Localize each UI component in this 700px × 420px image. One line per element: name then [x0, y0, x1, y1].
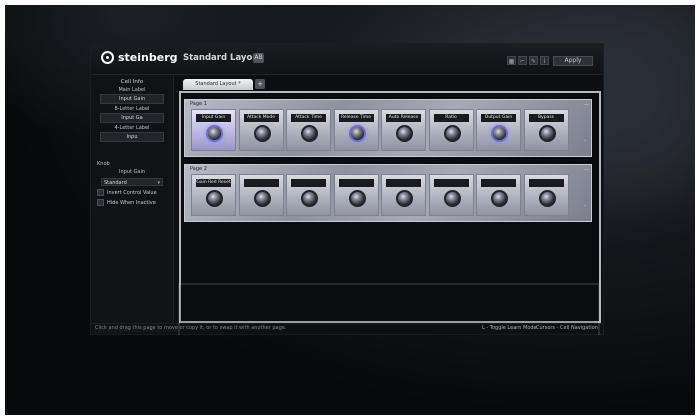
cell[interactable]	[476, 174, 521, 216]
page-1-cells: Input Gain Attack Mode Attack Time Relea…	[191, 109, 571, 153]
knob-icon[interactable]	[348, 125, 366, 142]
cell-label: Auto Release	[386, 114, 421, 122]
cell-label: Ratio	[433, 114, 469, 122]
tab-standard-layout[interactable]: Standard Layout *	[183, 79, 253, 90]
cell-label	[291, 179, 326, 187]
knob-value: Input Gain	[118, 169, 146, 175]
knob-title: Knob	[97, 161, 110, 167]
invert-control-checkbox[interactable]	[97, 189, 104, 196]
page-scroll-marks: — ›	[584, 167, 589, 209]
knob-icon[interactable]	[538, 190, 556, 207]
knob-icon[interactable]	[206, 125, 223, 142]
cell-label	[243, 179, 279, 187]
hide-inactive-checkbox[interactable]	[97, 199, 104, 206]
layout-title[interactable]: Standard Layout	[183, 53, 262, 63]
cell[interactable]: Output Gain	[476, 109, 521, 151]
hide-inactive-label: Hide When Inactive	[107, 199, 156, 206]
dropdown-value: Standard	[104, 180, 127, 186]
cell-label: Attack Mode	[243, 114, 279, 122]
knob-icon[interactable]	[301, 190, 318, 207]
invert-control-option[interactable]: Invert Control Value	[97, 189, 173, 196]
cell-label: Input Gain	[196, 114, 231, 122]
cell[interactable]: Attack Time	[286, 109, 331, 151]
cell[interactable]: Release Time	[333, 109, 379, 151]
knob-icon[interactable]	[253, 190, 271, 207]
cell-label: Attack Time	[291, 114, 326, 122]
knob-icon[interactable]	[206, 190, 223, 207]
knob-section: Knob Input Gain Standard ▾ Invert Contro…	[91, 159, 173, 206]
main-label-title: Main Label	[118, 87, 146, 93]
steinberg-logo-icon	[101, 51, 114, 64]
page-title: Page 1	[190, 101, 207, 107]
cell-label	[386, 179, 421, 187]
knob-icon[interactable]	[491, 125, 508, 142]
label8-field[interactable]: Input Ga	[100, 113, 164, 123]
cell[interactable]	[381, 174, 426, 216]
knob-icon[interactable]	[538, 125, 556, 142]
cell-label: Release Time	[338, 114, 374, 122]
apply-button[interactable]: Apply	[553, 56, 593, 66]
knob-icon[interactable]	[443, 190, 461, 207]
cell-label: Bypass	[528, 114, 564, 122]
knob-icon[interactable]	[491, 190, 508, 207]
top-bar: steinberg Standard Layout AB ▦ ⌐ ✎ i App…	[91, 44, 603, 75]
crop-icon[interactable]: ⌐	[518, 56, 527, 65]
cell[interactable]: Auto Release	[381, 109, 426, 151]
page-1[interactable]: Page 1 Input Gain Attack Mode Attack Tim…	[184, 99, 592, 157]
cell[interactable]	[238, 174, 284, 216]
cell-info-title: Cell Info	[120, 79, 144, 85]
cell-label	[433, 179, 469, 187]
add-tab-button[interactable]: +	[255, 79, 265, 89]
knob-icon[interactable]	[396, 190, 413, 207]
page-2[interactable]: Page 2 Gain Red Reset — ›	[184, 164, 592, 222]
knob-icon[interactable]	[301, 125, 318, 142]
label4-field[interactable]: Inpu	[100, 132, 164, 142]
cell[interactable]: Attack Mode	[238, 109, 284, 151]
main-label-field[interactable]: Input Gain	[100, 94, 164, 104]
knob-icon[interactable]	[253, 125, 271, 142]
cell[interactable]	[523, 174, 569, 216]
info-icon[interactable]: i	[540, 56, 549, 65]
invert-control-label: Invert Control Value	[107, 189, 157, 196]
cell-label	[338, 179, 374, 187]
cell[interactable]: Input Gain	[191, 109, 236, 151]
label8-title: 8-Letter Label	[114, 106, 150, 112]
cell-info-section: Cell Info Main Label Input Gain 8-Letter…	[91, 79, 173, 142]
brand-name: steinberg	[118, 51, 178, 64]
cell[interactable]	[428, 174, 474, 216]
reflected-canvas	[178, 283, 600, 335]
page-2-cells: Gain Red Reset	[191, 174, 571, 218]
knob-style-dropdown[interactable]: Standard ▾	[101, 178, 163, 186]
knob-icon[interactable]	[348, 190, 366, 207]
knob-icon[interactable]	[396, 125, 413, 142]
cell[interactable]	[286, 174, 331, 216]
screenshot-frame: steinberg Standard Layout AB ▦ ⌐ ✎ i App…	[0, 0, 700, 420]
cell[interactable]: Ratio	[428, 109, 474, 151]
cell-label: Output Gain	[481, 114, 516, 122]
window-reflection: Click and drag this page to move or copy…	[90, 255, 602, 335]
background: steinberg Standard Layout AB ▦ ⌐ ✎ i App…	[5, 5, 695, 415]
cell-label: Gain Red Reset	[196, 179, 231, 187]
script-icon[interactable]: ✎	[529, 56, 538, 65]
cell[interactable]: Bypass	[523, 109, 569, 151]
cell[interactable]: Gain Red Reset	[191, 174, 236, 216]
chevron-down-icon: ▾	[157, 180, 160, 186]
cell-label	[528, 179, 564, 187]
knob-icon[interactable]	[443, 125, 461, 142]
cell[interactable]	[333, 174, 379, 216]
steinberg-logo: steinberg	[101, 51, 178, 64]
cell-label	[481, 179, 516, 187]
page-scroll-marks: — ›	[584, 102, 589, 144]
hide-inactive-option[interactable]: Hide When Inactive	[97, 199, 173, 206]
grid-icon[interactable]: ▦	[507, 56, 516, 65]
page-title: Page 2	[190, 166, 207, 172]
layout-ab-button[interactable]: AB	[253, 53, 264, 63]
label4-title: 4-Letter Label	[114, 125, 150, 131]
